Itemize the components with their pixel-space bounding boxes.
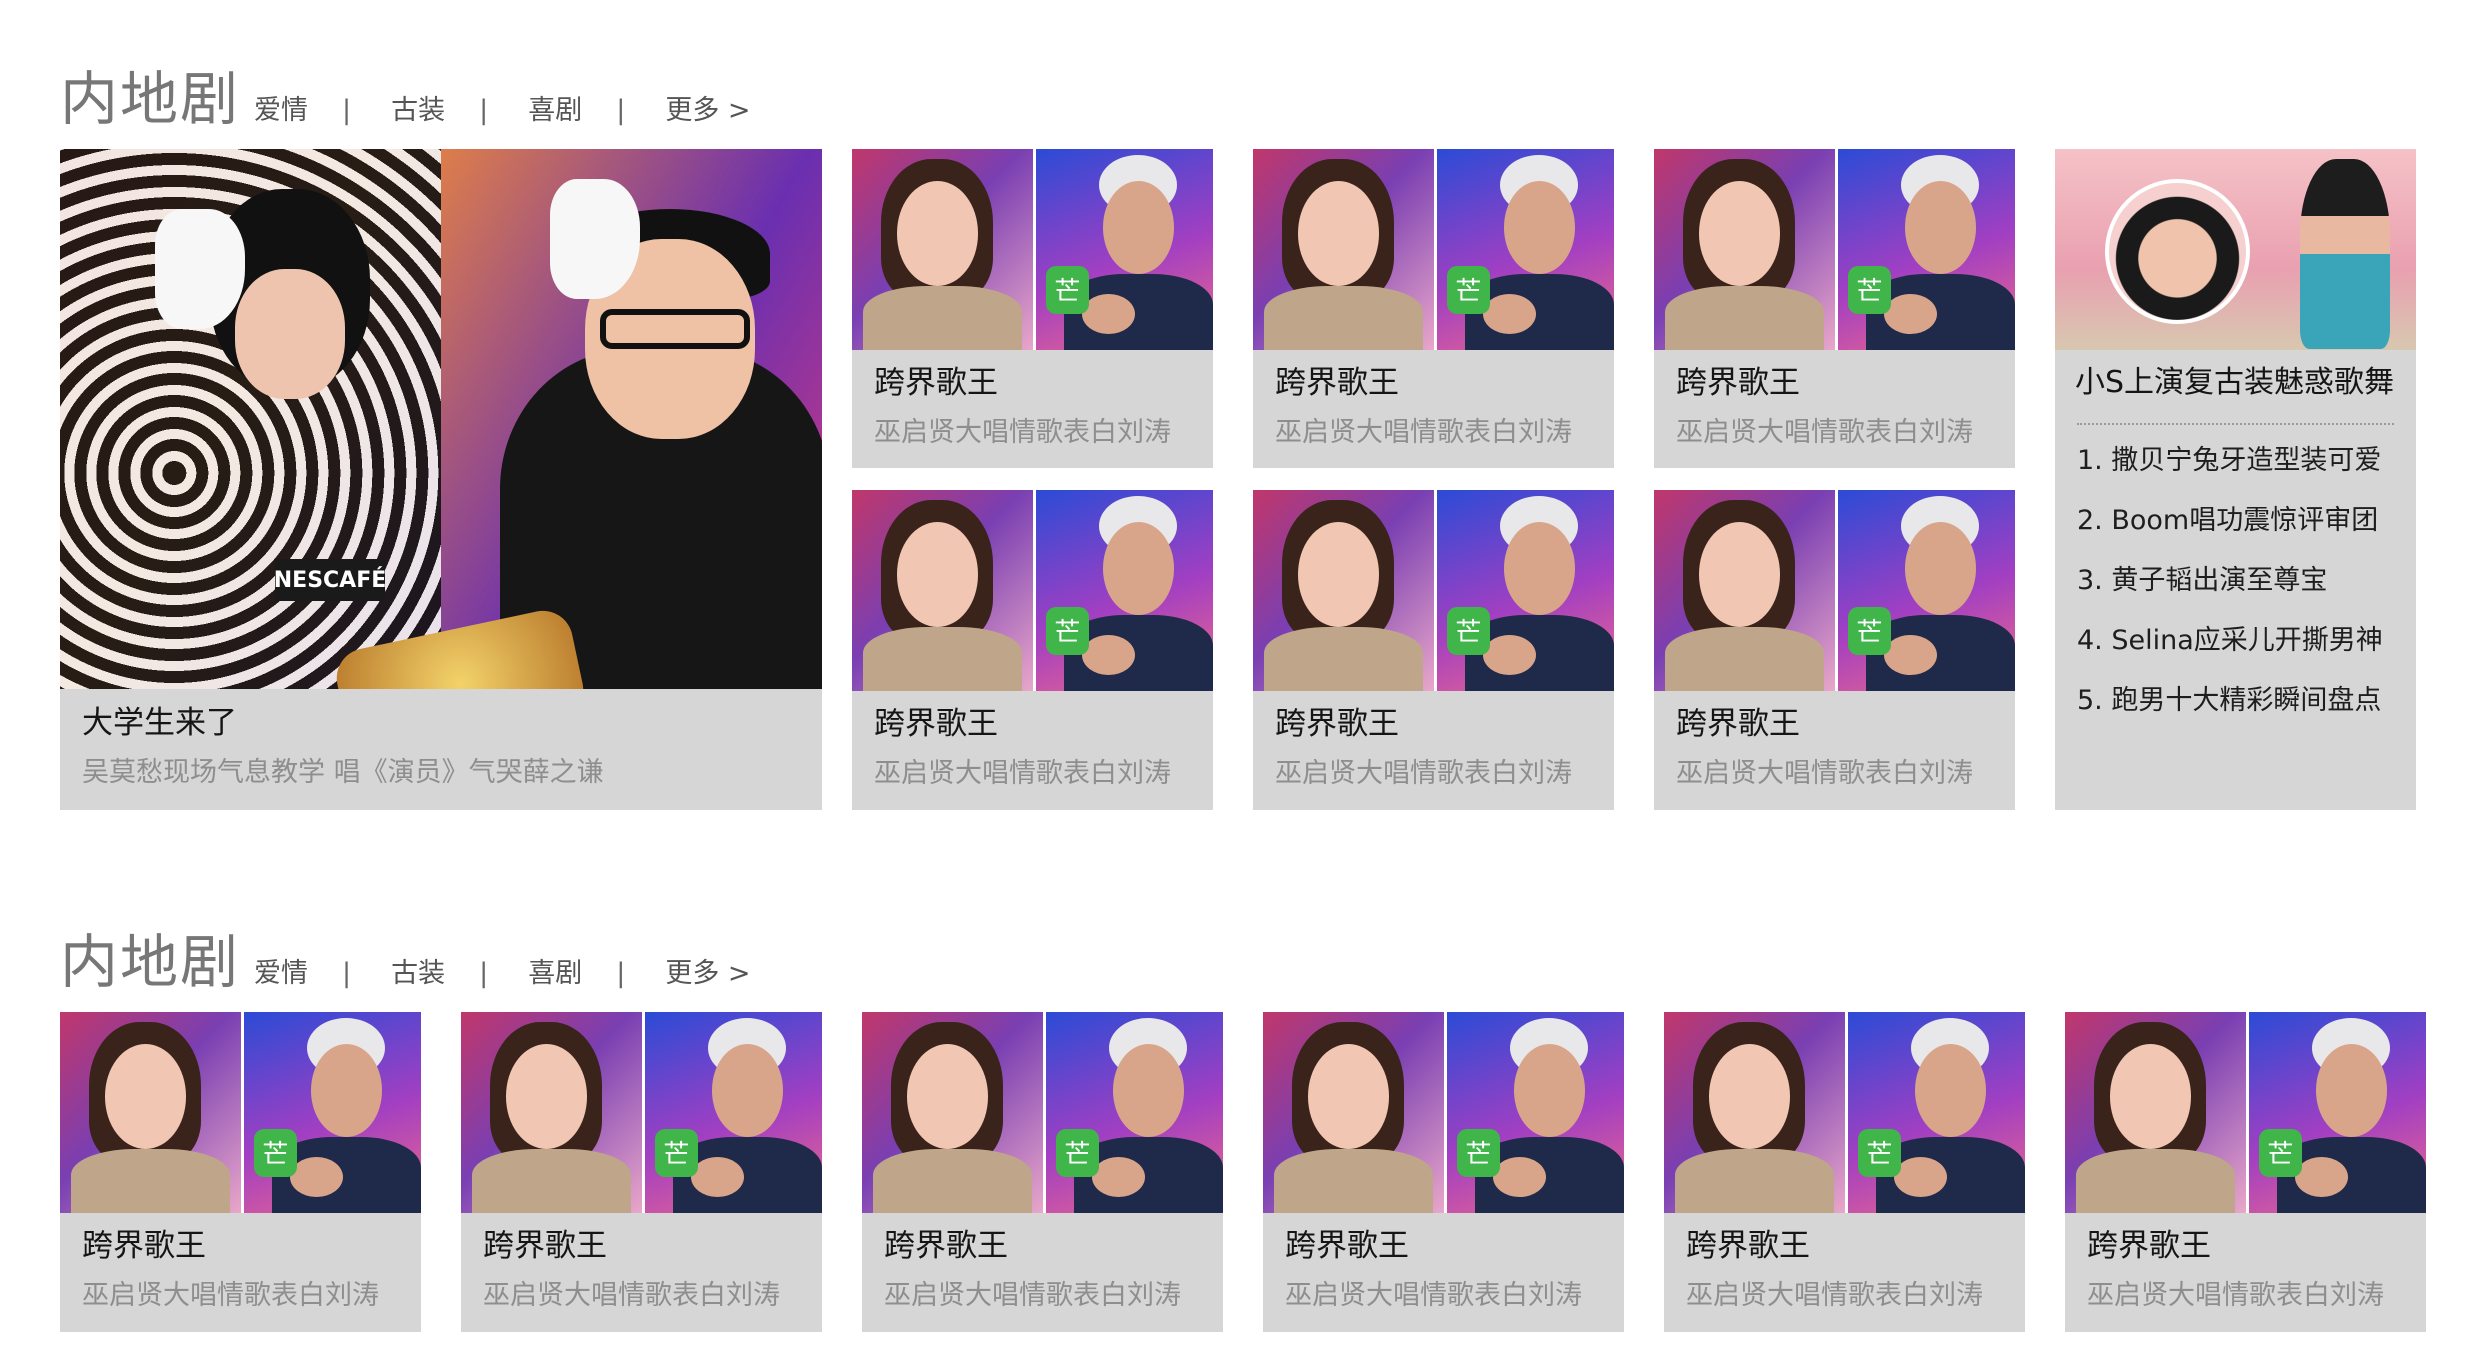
video-card[interactable]: 芒 跨界歌王 巫启贤大唱情歌表白刘涛 [60,1012,421,1332]
video-subtitle: 巫启贤大唱情歌表白刘涛 [1686,1280,1983,1311]
video-thumbnail[interactable]: 芒 [1263,1012,1624,1213]
sidebar-divider [2077,423,2394,425]
sidebar-thumbnail[interactable] [2055,149,2416,350]
video-title[interactable]: 跨界歌王 [82,1220,206,1265]
video-card[interactable]: 芒 跨界歌王 巫启贤大唱情歌表白刘涛 [1253,149,1614,468]
channel-badge: 芒 [1046,265,1089,314]
section-2-subnav: 爱情 | 古装 | 喜剧 | 更多 > [254,951,751,990]
video-thumbnail[interactable]: 芒 [60,1012,421,1213]
tab-romance[interactable]: 爱情 [254,951,308,990]
subnav-separator: | [342,95,352,126]
video-subtitle: 巫启贤大唱情歌表白刘涛 [2087,1280,2384,1311]
video-card[interactable]: 芒 跨界歌王 巫启贤大唱情歌表白刘涛 [1654,490,2015,810]
subnav-separator: | [616,958,626,989]
more-link[interactable]: 更多 > [665,951,750,990]
channel-badge: 芒 [1858,1128,1901,1177]
channel-badge: 芒 [2259,1128,2302,1177]
channel-badge: 芒 [1848,606,1891,655]
tab-comedy[interactable]: 喜剧 [528,88,582,127]
section-1-header: 内地剧 爱情 | 古装 | 喜剧 | 更多 > [60,52,751,136]
subnav-separator: | [342,958,352,989]
tab-costume[interactable]: 古装 [391,951,445,990]
channel-badge: 芒 [1848,265,1891,314]
section-2-header: 内地剧 爱情 | 古装 | 喜剧 | 更多 > [60,915,751,999]
video-title[interactable]: 跨界歌王 [1285,1220,1409,1265]
video-title[interactable]: 跨界歌王 [1676,698,1800,743]
channel-badge: 芒 [1046,606,1089,655]
video-title[interactable]: 跨界歌王 [1676,357,1800,402]
video-subtitle: 巫启贤大唱情歌表白刘涛 [1285,1280,1582,1311]
subnav-separator: | [479,958,489,989]
rank-item[interactable]: 2. Boom唱功震惊评审团 [2077,491,2383,551]
more-link[interactable]: 更多 > [665,88,750,127]
video-subtitle: 巫启贤大唱情歌表白刘涛 [82,1280,379,1311]
video-card[interactable]: 芒 跨界歌王 巫启贤大唱情歌表白刘涛 [1253,490,1614,810]
subnav-separator: | [479,95,489,126]
section-1-title: 内地剧 [60,65,241,133]
rank-item[interactable]: 3. 黄子韬出演至尊宝 [2077,551,2383,611]
tab-comedy[interactable]: 喜剧 [528,951,582,990]
feature-card[interactable]: NESCAFÉ 大学生来了 吴莫愁现场气息教学 唱《演员》气哭薛之谦 [60,149,822,810]
channel-badge: 芒 [1447,606,1490,655]
video-card[interactable]: 芒 跨界歌王 巫启贤大唱情歌表白刘涛 [1263,1012,1624,1332]
channel-badge: 芒 [254,1128,297,1177]
sidebar-title[interactable]: 小S上演复古装魅惑歌舞 [2075,357,2394,401]
section-1-subnav: 爱情 | 古装 | 喜剧 | 更多 > [254,88,751,127]
subnav-separator: | [616,95,626,126]
tab-romance[interactable]: 爱情 [254,88,308,127]
channel-badge: 芒 [1457,1128,1500,1177]
video-subtitle: 巫启贤大唱情歌表白刘涛 [1275,758,1572,789]
video-thumbnail[interactable]: 芒 [1253,149,1614,350]
video-thumbnail[interactable]: 芒 [2065,1012,2426,1213]
rank-item[interactable]: 1. 撒贝宁兔牙造型装可爱 [2077,431,2383,491]
video-thumbnail[interactable]: 芒 [852,490,1213,691]
video-subtitle: 巫启贤大唱情歌表白刘涛 [483,1280,780,1311]
sidebar-panel: 小S上演复古装魅惑歌舞 1. 撒贝宁兔牙造型装可爱 2. Boom唱功震惊评审团… [2055,149,2416,810]
video-subtitle: 巫启贤大唱情歌表白刘涛 [874,417,1171,448]
video-card[interactable]: 芒 跨界歌王 巫启贤大唱情歌表白刘涛 [862,1012,1223,1332]
video-card[interactable]: 芒 跨界歌王 巫启贤大唱情歌表白刘涛 [1654,149,2015,468]
video-thumbnail[interactable]: 芒 [852,149,1213,350]
video-subtitle: 巫启贤大唱情歌表白刘涛 [1676,417,1973,448]
video-subtitle: 巫启贤大唱情歌表白刘涛 [1275,417,1572,448]
video-thumbnail[interactable]: 芒 [1664,1012,2025,1213]
channel-badge: 芒 [1056,1128,1099,1177]
video-thumbnail[interactable]: 芒 [862,1012,1223,1213]
video-card[interactable]: 芒 跨界歌王 巫启贤大唱情歌表白刘涛 [461,1012,822,1332]
video-subtitle: 巫启贤大唱情歌表白刘涛 [884,1280,1181,1311]
video-card[interactable]: 芒 跨界歌王 巫启贤大唱情歌表白刘涛 [852,149,1213,468]
channel-badge: 芒 [1447,265,1490,314]
sponsor-logo: NESCAFÉ [274,559,386,601]
video-subtitle: 巫启贤大唱情歌表白刘涛 [874,758,1171,789]
video-title[interactable]: 跨界歌王 [884,1220,1008,1265]
video-thumbnail[interactable]: 芒 [1253,490,1614,691]
feature-subtitle: 吴莫愁现场气息教学 唱《演员》气哭薛之谦 [82,757,604,788]
video-card[interactable]: 芒 跨界歌王 巫启贤大唱情歌表白刘涛 [2065,1012,2426,1332]
video-title[interactable]: 跨界歌王 [1275,357,1399,402]
feature-thumbnail[interactable]: NESCAFÉ [60,149,822,689]
video-card[interactable]: 芒 跨界歌王 巫启贤大唱情歌表白刘涛 [852,490,1213,810]
feature-title[interactable]: 大学生来了 [82,697,237,742]
video-title[interactable]: 跨界歌王 [1686,1220,1810,1265]
video-title[interactable]: 跨界歌王 [874,698,998,743]
video-subtitle: 巫启贤大唱情歌表白刘涛 [1676,758,1973,789]
rank-list: 1. 撒贝宁兔牙造型装可爱 2. Boom唱功震惊评审团 3. 黄子韬出演至尊宝… [2077,431,2383,731]
rank-item[interactable]: 5. 跑男十大精彩瞬间盘点 [2077,671,2383,731]
section-2-title: 内地剧 [60,928,241,996]
tab-costume[interactable]: 古装 [391,88,445,127]
channel-badge: 芒 [655,1128,698,1177]
rank-item[interactable]: 4. Selina应采儿开撕男神 [2077,611,2383,671]
video-thumbnail[interactable]: 芒 [1654,149,2015,350]
video-thumbnail[interactable]: 芒 [1654,490,2015,691]
video-title[interactable]: 跨界歌王 [483,1220,607,1265]
video-title[interactable]: 跨界歌王 [1275,698,1399,743]
video-title[interactable]: 跨界歌王 [2087,1220,2211,1265]
video-thumbnail[interactable]: 芒 [461,1012,822,1213]
video-card[interactable]: 芒 跨界歌王 巫启贤大唱情歌表白刘涛 [1664,1012,2025,1332]
video-title[interactable]: 跨界歌王 [874,357,998,402]
